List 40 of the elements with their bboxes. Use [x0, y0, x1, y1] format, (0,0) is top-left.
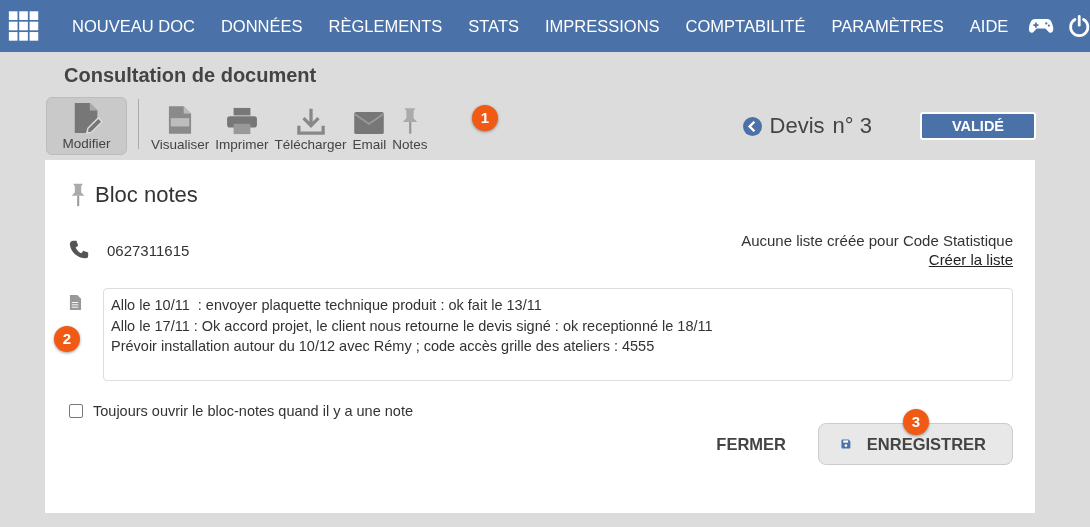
phone-number: 0627311615 [107, 241, 190, 259]
document-number: n° 3 [832, 113, 872, 139]
callout-badge: 2 [54, 326, 80, 352]
nav-menu-item[interactable]: DONNÉES [207, 16, 316, 36]
toolbar-button[interactable]: Modifier [46, 97, 127, 155]
pdf-file-icon [168, 105, 193, 135]
notes-text-area[interactable]: Allo le 10/11 : envoyer plaquette technique produit : ok fait le 13/11 Allo le 17/11 : Ok accord projet, le client nous retourne le devis signé : ok receptionné le 18/11 Prévoir installation autour du 10/12 avec Rémy ; code accès grille des ateliers : 4555 [103, 288, 1013, 381]
nav-menu-item[interactable]: COMPTABILITÉ [672, 16, 819, 36]
toolbar-button[interactable]: Notes [389, 97, 431, 155]
printer-icon [225, 107, 258, 135]
download-icon [296, 107, 325, 135]
power-icon[interactable] [1067, 13, 1090, 39]
status-badge: VALIDÉ [920, 112, 1036, 140]
callout-badge: 3 [903, 409, 929, 435]
toolbar-button[interactable]: Télécharger [271, 97, 350, 155]
stat-info-text: Aucune liste créée pour Code Statistique [741, 232, 1013, 249]
toolbar-button[interactable]: Imprimer [212, 97, 272, 155]
nav-menu-item[interactable]: AIDE [956, 16, 1022, 36]
gamepad-icon[interactable] [1029, 17, 1054, 35]
nav-menu-item[interactable]: STATS [455, 16, 532, 36]
page-title: Consultation de document [63, 63, 318, 88]
nav-menu-item[interactable]: PARAMÈTRES [818, 16, 957, 36]
document-icon [69, 294, 82, 311]
checkbox[interactable] [69, 404, 83, 418]
nav-menu-item[interactable]: IMPRESSIONS [532, 16, 673, 36]
close-button[interactable]: FERMER [710, 433, 792, 455]
document-type: Devis [769, 113, 825, 139]
grid-menu-icon[interactable] [8, 8, 40, 44]
nav-menu-item[interactable]: RÈGLEMENTS [315, 16, 456, 36]
envelope-icon [353, 111, 386, 135]
panel-title: Bloc notes [95, 182, 198, 208]
callout-badge: 1 [472, 105, 498, 131]
create-list-link[interactable]: Créer la liste [928, 251, 1013, 268]
checkbox-label: Toujours ouvrir le bloc-notes quand il y a une note [93, 403, 413, 419]
toolbar-button[interactable]: Email [349, 97, 390, 155]
toolbar-button[interactable]: Visualiser [148, 97, 213, 155]
phone-icon [69, 240, 89, 260]
nav-menu-item[interactable]: NOUVEAU DOC [59, 16, 208, 36]
pushpin-icon [69, 183, 87, 207]
pushpin-icon [400, 107, 420, 135]
